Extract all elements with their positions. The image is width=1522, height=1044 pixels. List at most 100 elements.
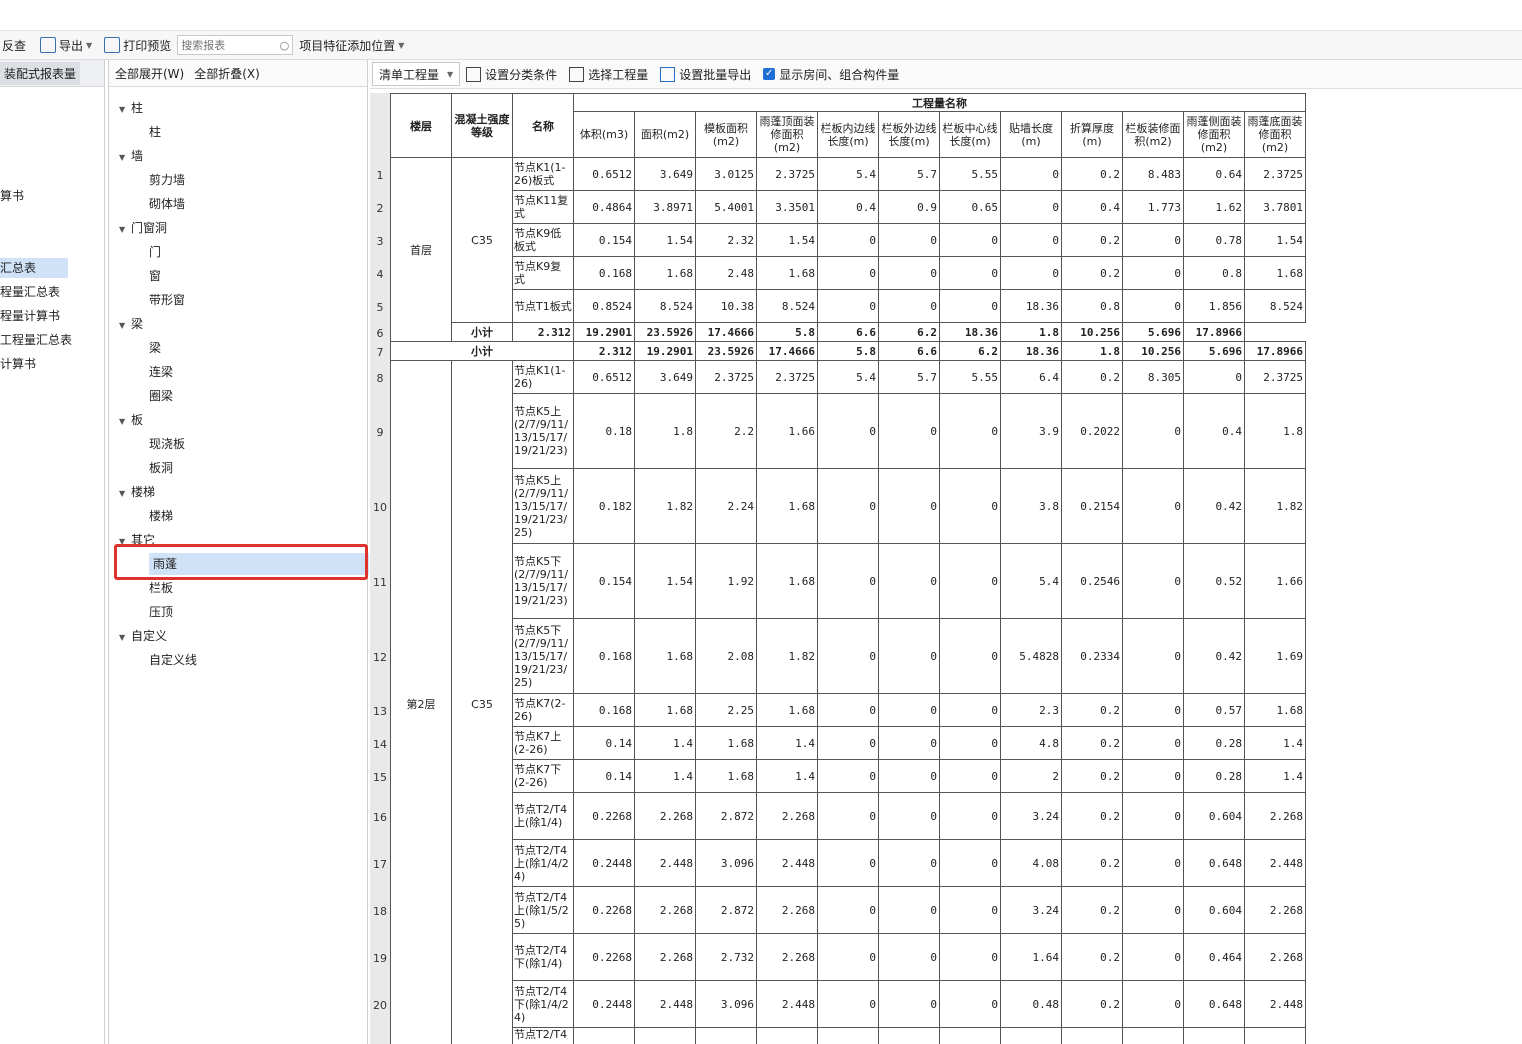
value-cell: 0 [878,289,940,323]
tree-item[interactable]: 楼梯 [149,505,173,527]
expand-all-button[interactable]: 全部展开(W) [115,65,184,82]
table-row[interactable]: 节点T2/T4下(除1/4) 0.2268 2.268 2.732 2.268 0 0 0 1.… [391,933,1306,981]
collapse-all-button[interactable]: 全部折叠(X) [194,65,260,82]
report-item[interactable]: 工程量汇总表 [0,330,72,350]
show-rooms-checkbox[interactable]: ✓ 显示房间、组合构件量 [763,66,899,83]
tree-item[interactable]: 圈梁 [149,385,173,407]
report-item[interactable]: 程量计算书 [0,306,60,326]
table-row[interactable]: 节点T2/T4下(除1/4/24) 0.2448 2.448 3.096 2.448 0 0… [391,980,1306,1028]
table-row[interactable]: 节点T2/T4上(除1/5/25) 0.2268 2.268 2.872 2.268 0 0… [391,886,1306,934]
tree-item[interactable]: 梁 [149,337,161,359]
quantity-type-dropdown[interactable]: 清单工程量 ▼ [372,62,461,86]
collapse-arrow-icon[interactable]: ▼ [119,219,131,241]
tree-header: 全部展开(W) 全部折叠(X) [109,60,367,87]
tree-item[interactable]: 连梁 [149,361,173,383]
tree-item[interactable]: 栏板 [149,577,173,599]
value-cell [939,1027,1001,1044]
feature-position-dropdown[interactable]: 项目特征添加位置 ▼ [297,33,406,57]
tree-item[interactable]: 砌体墙 [149,193,185,215]
tree-group[interactable]: ▼ 楼梯 [119,481,155,503]
value-cell: 1.92 [695,543,757,619]
value-cell: 1.68 [1244,693,1306,727]
table-row[interactable]: 节点K5上(2/7/9/11/13/15/17/19/21/23) 0.18 1.8… [391,393,1306,469]
table-row[interactable]: 节点K5下(2/7/9/11/13/15/17/19/21/23) 0.154 1.… [391,543,1306,619]
table-row[interactable]: 节点K11复式 0.4864 3.8971 5.4001 3.3501 0.4 0.9 0.6… [391,190,1306,224]
row-number: 6 [376,326,384,340]
value-cell: 0.52 [1183,543,1245,619]
table-row[interactable]: 节点K7下(2-26) 0.14 1.4 1.68 1.4 0 0 0 2 0.2 0 0.28 1.4 [391,759,1306,793]
value-cell [1000,1027,1062,1044]
collapse-arrow-icon[interactable]: ▼ [119,147,131,169]
value-cell: 0 [939,693,1001,727]
collapse-arrow-icon[interactable]: ▼ [119,411,131,433]
table-row[interactable]: 节点T2/T4上(除1/4) 0.2268 2.268 2.872 2.268 0 0 0 3.… [391,792,1306,840]
value-cell: 0 [1122,933,1184,981]
value-cell: 0.2268 [573,933,635,981]
table-row[interactable]: 节点K7(2-26) 0.168 1.68 2.25 1.68 0 0 0 2.3 0.2 0 0.5… [391,693,1306,727]
value-cell: 0.4 [1183,393,1245,469]
table-row[interactable]: 节点K9复式 0.168 1.68 2.48 1.68 0 0 0 0 0.2 0 0.8 1.68 [391,256,1306,290]
table-row[interactable]: 节点T1板式 0.8524 8.524 10.38 8.524 0 0 0 18.36 0.8 0 1… [391,289,1306,323]
table-row[interactable]: 小计 2.312 19.2901 23.5926 17.4666 5.8 6.6 6.2 18.… [390,341,1306,361]
value-cell: 2.448 [1244,980,1306,1028]
search-icon[interactable]: ○ [280,39,290,52]
value-cell [634,1027,696,1044]
value-cell: 1.68 [756,468,818,544]
tree-item[interactable]: 柱 [149,121,161,143]
print-preview-button[interactable]: 打印预览 [102,33,173,57]
collapse-arrow-icon[interactable]: ▼ [119,483,131,505]
set-category-button[interactable]: 设置分类条件 [466,66,557,83]
tree-item[interactable]: 自定义线 [149,649,197,671]
value-cell: 8.524 [1244,289,1306,323]
export-button[interactable]: 导出 ▼ [38,33,94,57]
check-button[interactable]: 反查 [0,33,28,57]
value-cell: 0 [1000,256,1062,290]
table-row[interactable]: 节点K7上(2-26) 0.14 1.4 1.68 1.4 0 0 0 4.8 0.2 0 0.28 1… [391,726,1306,760]
collapse-arrow-icon[interactable]: ▼ [119,99,131,121]
value-cell: 5.7 [878,157,940,191]
tree-item[interactable]: 现浇板 [149,433,185,455]
table-row[interactable]: 第2层 C35 节点K1(1-26) 0.6512 3.649 2.3725 2.3725 5… [390,360,1306,1044]
value-cell: 0 [817,543,879,619]
row-number: 3 [376,234,384,248]
report-item[interactable]: 程量汇总表 [0,282,60,302]
tree-group[interactable]: ▼ 柱 [119,97,143,119]
table-row[interactable]: 首层 C35 节点K1(1-26)板式 0.6512 3.649 3.0125 2.3725… [390,157,1306,342]
value-cell: 0 [878,886,940,934]
value-cell: 18.36 [939,322,1001,342]
value-cell: 2.268 [1244,792,1306,840]
tree-item[interactable]: 剪力墙 [149,169,185,191]
table-row[interactable]: 节点T2/T4 [391,1027,1306,1044]
report-item[interactable]: 汇总表 [0,258,68,278]
tree-item[interactable]: 压顶 [149,601,173,623]
table-row[interactable]: 节点K5上(2/7/9/11/13/15/17/19/21/23/25) 0.18… [391,468,1306,544]
tree-group[interactable]: ▼ 墙 [119,145,143,167]
table-row[interactable]: 节点K9低板式 0.154 1.54 2.32 1.54 0 0 0 0 0.2 0 0.78 1.54 [391,223,1306,257]
floor-cell: 第2层 [390,360,452,1044]
tree-group[interactable]: ▼ 自定义 [119,625,167,647]
tree-item[interactable]: 门 [149,241,161,263]
tree-item[interactable]: 板洞 [149,457,173,479]
tree-group[interactable]: ▼ 梁 [119,313,143,335]
value-cell: 0.464 [1183,933,1245,981]
report-search[interactable]: ○ [177,35,294,55]
column-header: 雨蓬顶面装修面积(m2) [756,111,818,158]
tree-group[interactable]: ▼ 门窗洞 [119,217,167,239]
search-input[interactable] [181,38,272,52]
collapse-arrow-icon[interactable]: ▼ [119,627,131,649]
collapse-arrow-icon[interactable]: ▼ [119,315,131,337]
value-cell: 0.2268 [573,792,635,840]
tree-item[interactable]: 窗 [149,265,161,287]
report-item[interactable]: 算书 [0,186,24,206]
batch-export-button[interactable]: 设置批量导出 [660,66,751,83]
value-cell: 1.68 [1244,256,1306,290]
table-row[interactable]: 小计 2.312 19.2901 23.5926 17.4666 5.8 6.6 6.2 18.… [391,322,1306,342]
report-item[interactable]: 计算书 [0,354,36,374]
table-row[interactable]: 节点T2/T4上(除1/4/24) 0.2448 2.448 3.096 2.448 0 0… [391,839,1306,887]
value-cell: 0 [878,693,940,727]
select-quantity-button[interactable]: 选择工程量 [569,66,648,83]
table-row[interactable]: 节点K5下(2/7/9/11/13/15/17/19/21/23/25) 0.16… [391,618,1306,694]
tree-item[interactable]: 带形窗 [149,289,185,311]
tree-group[interactable]: ▼ 板 [119,409,143,431]
component-name-cell: 节点K11复式 [512,190,574,224]
